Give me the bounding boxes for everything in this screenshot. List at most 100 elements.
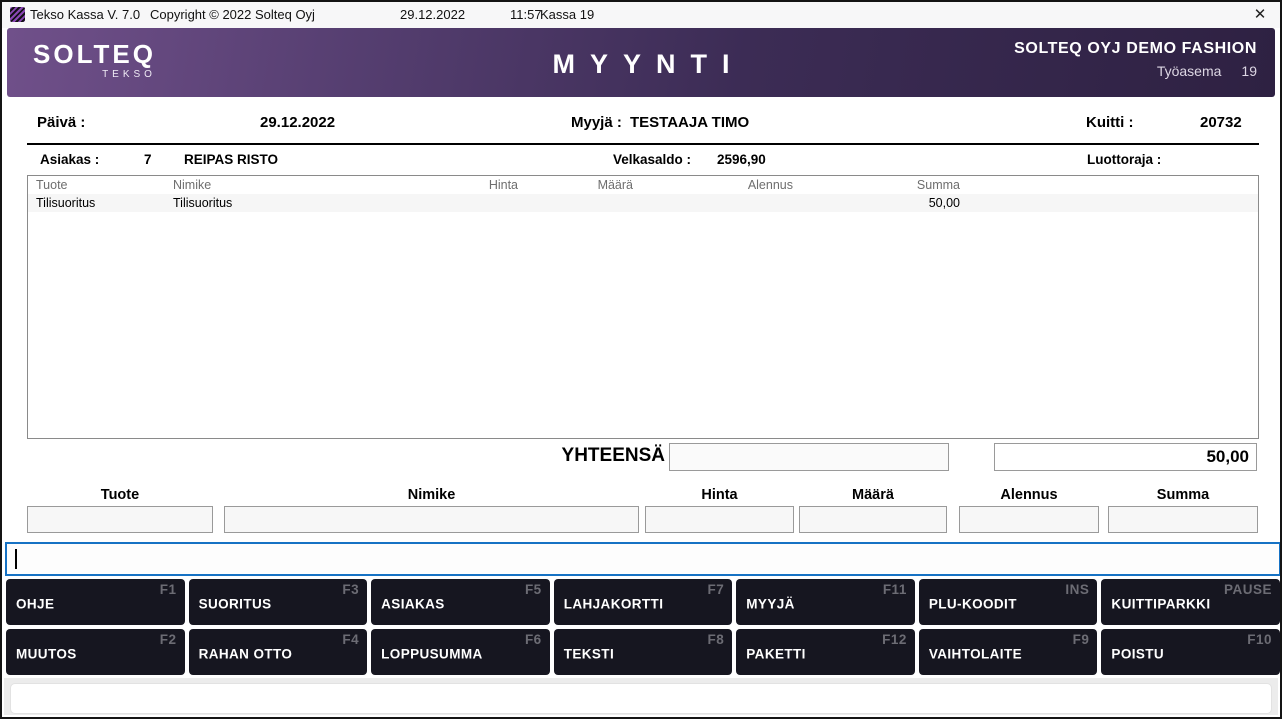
entry-input-nimike[interactable] bbox=[224, 506, 639, 533]
button-suoritus[interactable]: SUORITUS F3 bbox=[189, 579, 368, 625]
store-name: SOLTEQ OYJ DEMO FASHION bbox=[1014, 40, 1257, 58]
button-keycode: INS bbox=[1065, 582, 1089, 597]
button-keycode: F8 bbox=[708, 632, 725, 647]
button-label: VAIHTOLAITE bbox=[929, 647, 1022, 662]
cell-tuote: Tilisuoritus bbox=[36, 196, 95, 210]
entry-input-alennus[interactable] bbox=[959, 506, 1099, 533]
copyright-text: Copyright © 2022 Solteq Oyj bbox=[150, 7, 315, 22]
receipt-number: 20732 bbox=[1200, 114, 1242, 131]
col-header-alennus: Alennus bbox=[711, 178, 793, 192]
button-teksti[interactable]: TEKSTI F8 bbox=[554, 629, 733, 675]
button-keycode: F9 bbox=[1073, 632, 1090, 647]
bottom-status-area bbox=[4, 678, 1278, 715]
entry-label-summa: Summa bbox=[1108, 487, 1258, 503]
workstation-label: Työasema bbox=[1157, 63, 1222, 79]
button-keycode: F1 bbox=[160, 582, 177, 597]
button-label: POISTU bbox=[1111, 647, 1164, 662]
button-ohje[interactable]: OHJE F1 bbox=[6, 579, 185, 625]
button-label: SUORITUS bbox=[199, 597, 272, 612]
entry-label-alennus: Alennus bbox=[959, 487, 1099, 503]
button-lahjakortti[interactable]: LAHJAKORTTI F7 bbox=[554, 579, 733, 625]
status-bar bbox=[10, 683, 1272, 714]
table-header-row: Tuote Nimike Hinta Määrä Alennus Summa bbox=[28, 176, 1258, 194]
col-header-hinta: Hinta bbox=[448, 178, 518, 192]
workstation-row: Työasema 19 bbox=[1014, 63, 1257, 79]
payment-amount-field[interactable] bbox=[669, 443, 949, 471]
date-label: Päivä : bbox=[37, 114, 85, 131]
col-header-nimike: Nimike bbox=[173, 178, 211, 192]
col-header-maara: Määrä bbox=[563, 178, 633, 192]
entry-label-maara: Määrä bbox=[799, 487, 947, 503]
divider-line bbox=[27, 143, 1259, 145]
app-logo-icon bbox=[10, 7, 25, 22]
button-label: TEKSTI bbox=[564, 647, 614, 662]
balance-label: Velkasaldo : bbox=[613, 152, 691, 167]
table-row[interactable]: Tilisuoritus Tilisuoritus 50,00 bbox=[28, 194, 1258, 212]
button-keycode: F7 bbox=[708, 582, 725, 597]
button-label: MYYJÄ bbox=[746, 597, 795, 612]
button-keycode: F2 bbox=[160, 632, 177, 647]
line-items-table[interactable]: Tuote Nimike Hinta Määrä Alennus Summa T… bbox=[27, 175, 1259, 439]
entry-label-nimike: Nimike bbox=[224, 487, 639, 503]
col-header-tuote: Tuote bbox=[36, 178, 68, 192]
button-poistu[interactable]: POISTU F10 bbox=[1101, 629, 1280, 675]
button-label: MUUTOS bbox=[16, 647, 77, 662]
command-input[interactable] bbox=[5, 542, 1281, 576]
button-kuittiparkki[interactable]: KUITTIPARKKI PAUSE bbox=[1101, 579, 1280, 625]
total-amount-field: 50,00 bbox=[994, 443, 1257, 471]
customer-label: Asiakas : bbox=[40, 152, 99, 167]
cell-summa: 50,00 bbox=[878, 196, 960, 210]
seller-label: Myyjä : bbox=[571, 114, 622, 131]
entry-label-hinta: Hinta bbox=[645, 487, 794, 503]
customer-number: 7 bbox=[144, 152, 152, 167]
button-label: RAHAN OTTO bbox=[199, 647, 293, 662]
button-keycode: F12 bbox=[882, 632, 907, 647]
col-header-summa: Summa bbox=[878, 178, 960, 192]
button-keycode: PAUSE bbox=[1224, 582, 1272, 597]
customer-name: REIPAS RISTO bbox=[184, 152, 278, 167]
balance-value: 2596,90 bbox=[717, 152, 766, 167]
store-info: SOLTEQ OYJ DEMO FASHION Työasema 19 bbox=[1014, 40, 1257, 79]
entry-label-tuote: Tuote bbox=[27, 487, 213, 503]
entry-input-hinta[interactable] bbox=[645, 506, 794, 533]
button-keycode: F3 bbox=[342, 582, 359, 597]
entry-input-summa[interactable] bbox=[1108, 506, 1258, 533]
button-label: ASIAKAS bbox=[381, 597, 445, 612]
app-title: Tekso Kassa V. 7.0 bbox=[30, 7, 140, 22]
entry-input-tuote[interactable] bbox=[27, 506, 213, 533]
button-keycode: F11 bbox=[883, 582, 907, 597]
button-keycode: F10 bbox=[1247, 632, 1272, 647]
total-label: YHTEENSÄ bbox=[547, 445, 665, 467]
button-loppusumma[interactable]: LOPPUSUMMA F6 bbox=[371, 629, 550, 675]
title-bar: Tekso Kassa V. 7.0 Copyright © 2022 Solt… bbox=[2, 2, 1280, 28]
receipt-label: Kuitti : bbox=[1086, 114, 1133, 131]
entry-input-maara[interactable] bbox=[799, 506, 947, 533]
button-label: KUITTIPARKKI bbox=[1111, 597, 1210, 612]
text-caret bbox=[15, 549, 17, 569]
button-vaihtolaite[interactable]: VAIHTOLAITE F9 bbox=[919, 629, 1098, 675]
cell-nimike: Tilisuoritus bbox=[173, 196, 232, 210]
button-asiakas[interactable]: ASIAKAS F5 bbox=[371, 579, 550, 625]
workstation-number: 19 bbox=[1241, 63, 1257, 79]
button-paketti[interactable]: PAKETTI F12 bbox=[736, 629, 915, 675]
button-label: LOPPUSUMMA bbox=[381, 647, 483, 662]
button-label: OHJE bbox=[16, 597, 54, 612]
button-label: PAKETTI bbox=[746, 647, 806, 662]
function-key-panel: OHJE F1 SUORITUS F3 ASIAKAS F5 LAHJAKORT… bbox=[6, 579, 1280, 675]
seller-value: TESTAAJA TIMO bbox=[630, 114, 749, 131]
titlebar-date: 29.12.2022 bbox=[400, 7, 465, 22]
button-myyja[interactable]: MYYJÄ F11 bbox=[736, 579, 915, 625]
button-label: PLU-KOODIT bbox=[929, 597, 1017, 612]
app-window: Tekso Kassa V. 7.0 Copyright © 2022 Solt… bbox=[0, 0, 1282, 719]
date-value: 29.12.2022 bbox=[260, 114, 335, 131]
close-icon[interactable]: ✕ bbox=[1250, 5, 1270, 25]
button-keycode: F4 bbox=[342, 632, 359, 647]
button-keycode: F6 bbox=[525, 632, 542, 647]
button-label: LAHJAKORTTI bbox=[564, 597, 664, 612]
button-muutos[interactable]: MUUTOS F2 bbox=[6, 629, 185, 675]
button-plu-koodit[interactable]: PLU-KOODIT INS bbox=[919, 579, 1098, 625]
titlebar-time: 11:57 bbox=[510, 7, 542, 22]
button-rahan-otto[interactable]: RAHAN OTTO F4 bbox=[189, 629, 368, 675]
app-header: SOLTEQ TEKSO MYYNTI SOLTEQ OYJ DEMO FASH… bbox=[7, 28, 1275, 97]
button-keycode: F5 bbox=[525, 582, 542, 597]
